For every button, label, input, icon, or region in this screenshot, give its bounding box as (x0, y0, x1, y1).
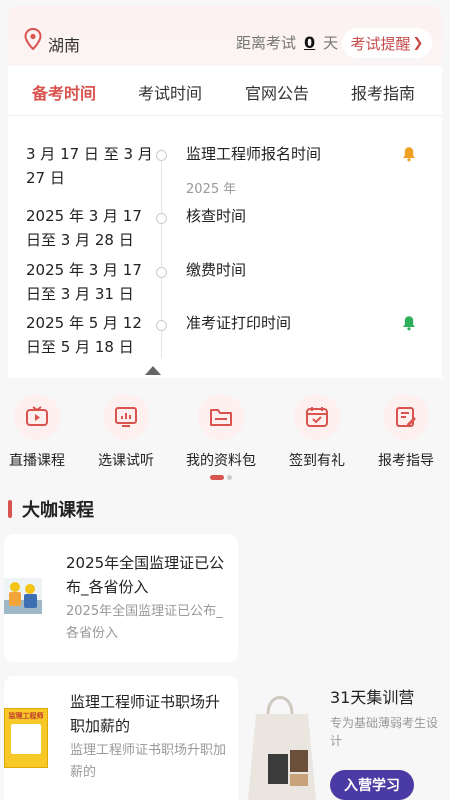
quick-nav: 直播课程 选课试听 我的资料包 签到有礼 报考指导 (0, 394, 450, 474)
course-card[interactable]: 2025年全国监理证已公布_各省份入 2025年全国监理证已公布_各省份入 (4, 534, 238, 662)
nav-trial-courses[interactable]: 选课试听 (86, 394, 166, 470)
folder-icon (198, 394, 244, 440)
countdown-days: 0 (304, 33, 316, 52)
calendar-check-icon (294, 394, 340, 440)
tab-exam-time[interactable]: 考试时间 (138, 80, 202, 104)
countdown-prefix: 距离考试 (236, 34, 297, 52)
timeline-dot (156, 320, 167, 331)
carousel-indicator (210, 475, 232, 480)
course-thumbnail: 监理工程师 (4, 708, 48, 768)
exam-schedule-card: 备考时间 考试时间 官网公告 报考指南 3 月 17 日 至 3 月 27 日 … (8, 66, 442, 378)
schedule-tabs: 备考时间 考试时间 官网公告 报考指南 (8, 66, 442, 116)
nav-label: 签到有礼 (289, 453, 345, 469)
nav-label: 直播课程 (9, 453, 65, 469)
join-camp-button[interactable]: 入营学习 (330, 770, 414, 800)
course-title: 2025年全国监理证已公布_各省份入 (66, 554, 225, 596)
timeline-title: 监理工程师报名时间 (186, 145, 322, 163)
location-label[interactable]: 湖南 (48, 32, 80, 56)
nav-label: 选课试听 (98, 453, 154, 469)
app-page: 湖南 距离考试 0 天 考试提醒 ❯ 备考时间 考试时间 官网公告 报考指南 3… (0, 0, 450, 800)
timeline-title: 缴费时间 (186, 261, 247, 279)
chevron-right-icon: ❯ (412, 35, 424, 51)
chart-screen-icon (103, 394, 149, 440)
clipboard-pen-icon (383, 394, 429, 440)
location-pin-icon[interactable] (24, 28, 42, 50)
course-subtitle: 2025年全国监理证已公布_各省份入 (66, 604, 223, 641)
reminder-label: 考试提醒 (350, 34, 411, 53)
tab-prep-time[interactable]: 备考时间 (32, 80, 96, 104)
timeline-title: 准考证打印时间 (186, 314, 292, 332)
promo-title: 31天集训营 (330, 688, 415, 707)
exam-reminder-button[interactable]: 考试提醒 ❯ (342, 28, 432, 58)
timeline-dot (156, 267, 167, 278)
tv-icon (14, 394, 60, 440)
bell-icon[interactable] (402, 146, 416, 162)
course-title: 监理工程师证书职场升职加薪的 (70, 693, 221, 735)
course-card[interactable]: 监理工程师 监理工程师证书职场升职加薪的 监理工程师证书职场升职加薪的 (4, 676, 238, 800)
thumbnail-title: 监理工程师 (8, 712, 44, 720)
section-accent-bar (8, 500, 12, 518)
timeline-title: 核查时间 (186, 207, 247, 225)
nav-label: 报考指导 (378, 453, 434, 469)
exam-countdown: 距离考试 0 天 (236, 32, 338, 53)
timeline-subtitle: 2025 年 (186, 182, 237, 197)
pager-dot (227, 475, 232, 480)
timeline-date: 2025 年 3 月 17 日至 3 月 28 日 (26, 207, 142, 249)
timeline-date: 2025 年 3 月 17 日至 3 月 31 日 (26, 261, 142, 303)
nav-label: 我的资料包 (186, 453, 256, 469)
nav-my-materials[interactable]: 我的资料包 (181, 394, 261, 470)
section-header: 大咖课程 (8, 496, 94, 522)
tab-official-notice[interactable]: 官网公告 (245, 80, 309, 104)
tab-registration-guide[interactable]: 报考指南 (351, 80, 415, 104)
section-title: 大咖课程 (22, 500, 94, 521)
countdown-unit: 天 (323, 34, 339, 52)
nav-registration-guidance[interactable]: 报考指导 (366, 394, 446, 470)
header-bar: 湖南 距离考试 0 天 考试提醒 ❯ (8, 6, 442, 66)
tote-bag-image (248, 696, 316, 800)
collapse-arrow-icon[interactable] (145, 366, 161, 375)
promo-card[interactable]: 31天集训营 专为基础薄弱考生设计 入营学习 (246, 676, 450, 800)
course-thumbnail (4, 578, 42, 614)
timeline-date: 2025 年 5 月 12 日至 5 月 18 日 (26, 314, 142, 356)
promo-subtitle: 专为基础薄弱考生设计 (330, 716, 439, 748)
nav-live-courses[interactable]: 直播课程 (0, 394, 77, 470)
timeline-dot (156, 213, 167, 224)
timeline-date: 3 月 17 日 至 3 月 27 日 (26, 145, 153, 187)
pager-dot-active (210, 475, 224, 480)
timeline-dot (156, 150, 167, 161)
bell-icon[interactable] (402, 315, 416, 331)
course-subtitle: 监理工程师证书职场升职加薪的 (70, 743, 227, 780)
nav-checkin-rewards[interactable]: 签到有礼 (277, 394, 357, 470)
